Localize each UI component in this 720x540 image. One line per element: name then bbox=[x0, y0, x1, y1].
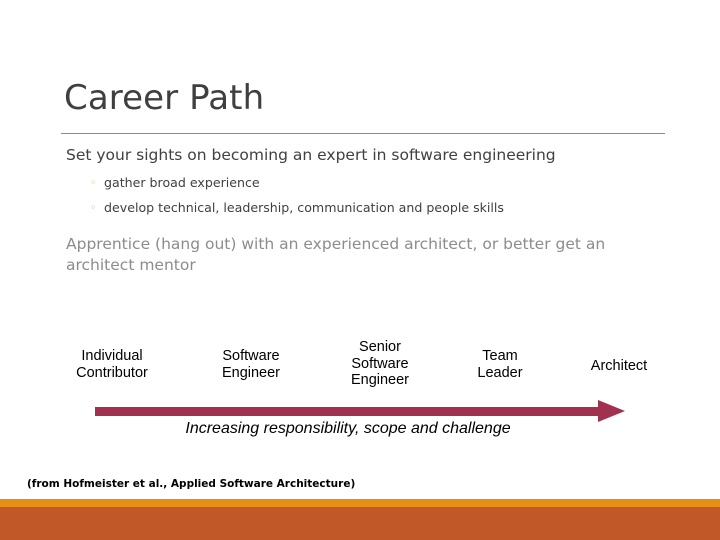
stage-line: Leader bbox=[477, 364, 523, 381]
secondary-paragraph: Apprentice (hang out) with an experience… bbox=[66, 235, 606, 274]
footer-accent-bar-dark bbox=[0, 507, 720, 540]
progression-arrow-shaft bbox=[95, 407, 600, 416]
sub-bullet-2-label: develop technical, leadership, communica… bbox=[104, 200, 504, 215]
circle-bullet-icon: ◦ bbox=[90, 176, 97, 189]
slide-canvas: Career Path Set your sights on becoming … bbox=[0, 0, 720, 540]
progression-arrow-head-icon bbox=[598, 400, 625, 422]
stage-line: Software bbox=[222, 348, 280, 364]
sub-bullet-1-label: gather broad experience bbox=[104, 175, 260, 190]
stage-line: Team bbox=[482, 348, 518, 364]
stage-team-leader: Team Leader bbox=[450, 348, 550, 381]
stage-line: Software bbox=[351, 355, 409, 372]
stage-line: Senior bbox=[359, 339, 401, 355]
circle-bullet-icon: ◦ bbox=[90, 201, 97, 214]
arrow-caption: Increasing responsibility, scope and cha… bbox=[185, 420, 511, 437]
page-title: Career Path bbox=[64, 78, 265, 118]
sub-bullet-1: ◦ gather broad experience bbox=[90, 175, 260, 190]
stage-architect: Architect bbox=[566, 358, 672, 375]
main-bullet: Set your sights on becoming an expert in… bbox=[66, 146, 556, 164]
stage-line: Individual bbox=[81, 348, 143, 364]
stage-line: Engineer bbox=[221, 364, 281, 381]
stage-line: Engineer bbox=[350, 372, 410, 388]
stage-line: Architect bbox=[590, 358, 648, 374]
stage-senior-software-engineer: Senior Software Engineer bbox=[325, 339, 435, 389]
career-stage-diagram: Individual Contributor Software Engineer… bbox=[0, 330, 720, 450]
stage-software-engineer: Software Engineer bbox=[196, 348, 306, 381]
title-divider bbox=[61, 133, 665, 134]
stage-individual-contributor: Individual Contributor bbox=[52, 348, 172, 381]
source-citation: (from Hofmeister et al., Applied Softwar… bbox=[27, 478, 356, 490]
stage-line: Contributor bbox=[76, 364, 148, 381]
sub-bullet-2: ◦ develop technical, leadership, communic… bbox=[90, 200, 504, 215]
footer-accent-bar-bright bbox=[0, 499, 720, 507]
